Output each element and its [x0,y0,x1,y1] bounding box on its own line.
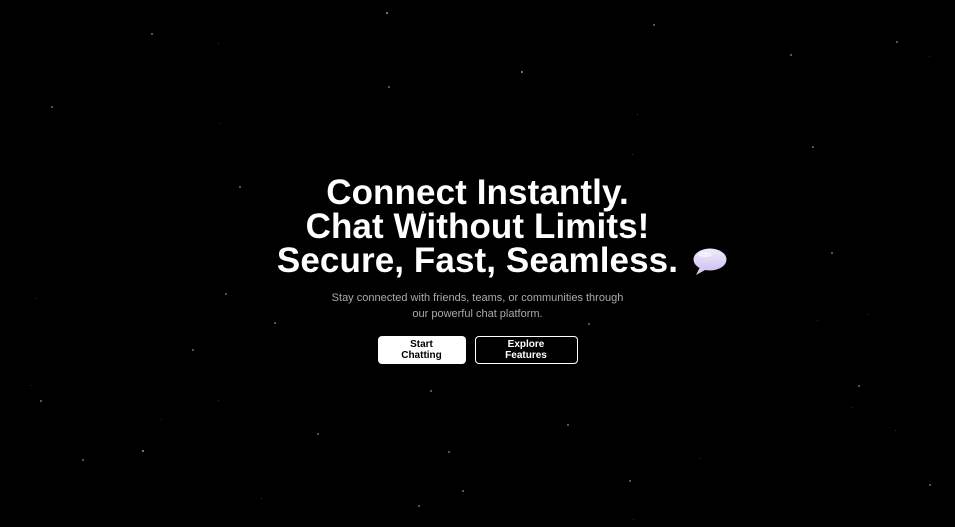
star [142,450,144,452]
star [161,419,162,420]
star [629,480,631,482]
star [261,498,262,499]
hero-section: Connect Instantly. Chat Without Limits! … [0,173,955,364]
star [218,43,219,44]
star [218,400,219,401]
star [633,519,634,520]
star [317,433,319,435]
speech-bubble-icon [693,248,727,275]
star [418,505,420,507]
headline-line-1: Connect Instantly. [326,173,629,212]
star [388,86,390,88]
star [637,114,638,115]
hero-actions: Start Chatting Explore Features [0,336,955,364]
star [82,459,84,461]
star [40,400,42,402]
star [858,385,860,387]
star [448,451,450,453]
headline-line-3-wrap: Secure, Fast, Seamless. [276,241,727,280]
star [700,458,701,459]
explore-features-button[interactable]: Explore Features [474,336,578,364]
star [896,41,898,43]
star [895,430,896,431]
star [812,146,814,148]
hero-headline: Connect Instantly. Chat Without Limits! … [0,173,955,280]
star [30,385,31,386]
start-chatting-button[interactable]: Start Chatting [377,336,466,364]
headline-line-3-row: Secure, Fast, Seamless. [0,241,955,280]
star [386,12,388,14]
star [151,33,153,35]
star [632,154,633,155]
star [219,123,220,124]
star [851,407,852,408]
hero-subtitle: Stay connected with friends, teams, or c… [331,292,624,320]
star [462,490,464,492]
star [929,56,930,57]
star [521,71,523,73]
star [929,484,931,486]
star [567,424,569,426]
star [653,24,655,26]
headline-line-3: Secure, Fast, Seamless. [276,241,679,280]
star [51,106,53,108]
star [430,390,432,392]
headline-line-2: Chat Without Limits! [305,207,650,246]
landing-page: Connect Instantly. Chat Without Limits! … [0,0,955,527]
star [790,54,792,56]
